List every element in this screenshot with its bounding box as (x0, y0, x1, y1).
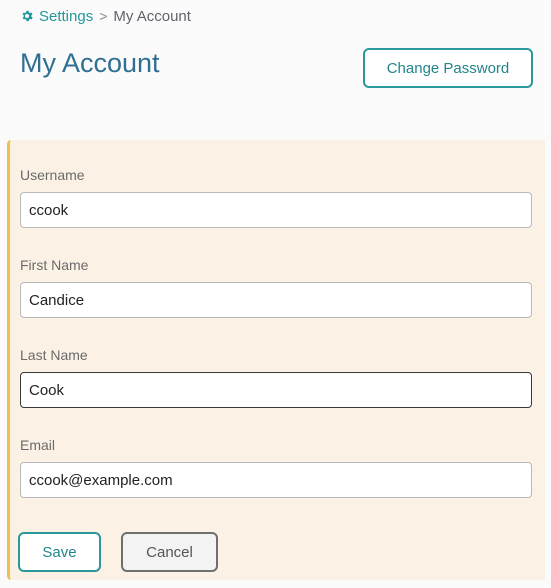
page-title: My Account (20, 48, 160, 78)
email-label: Email (20, 437, 56, 453)
account-form-panel: Username First Name Last Name Email Save… (7, 140, 545, 580)
save-button[interactable]: Save (18, 532, 101, 572)
username-label: Username (20, 167, 85, 183)
cancel-button[interactable]: Cancel (121, 532, 218, 572)
breadcrumb: Settings > My Account (20, 6, 191, 26)
breadcrumb-current: My Account (113, 7, 191, 25)
first-name-field[interactable] (20, 282, 532, 318)
change-password-button[interactable]: Change Password (363, 48, 533, 88)
first-name-label: First Name (20, 257, 89, 273)
breadcrumb-separator: > (99, 8, 108, 24)
email-field[interactable] (20, 462, 532, 498)
last-name-label: Last Name (20, 347, 88, 363)
gear-icon (22, 10, 33, 22)
last-name-field[interactable] (20, 372, 532, 408)
breadcrumb-settings-label[interactable]: Settings (39, 8, 93, 25)
username-field[interactable] (20, 192, 532, 228)
breadcrumb-settings-link[interactable]: Settings (20, 8, 93, 25)
